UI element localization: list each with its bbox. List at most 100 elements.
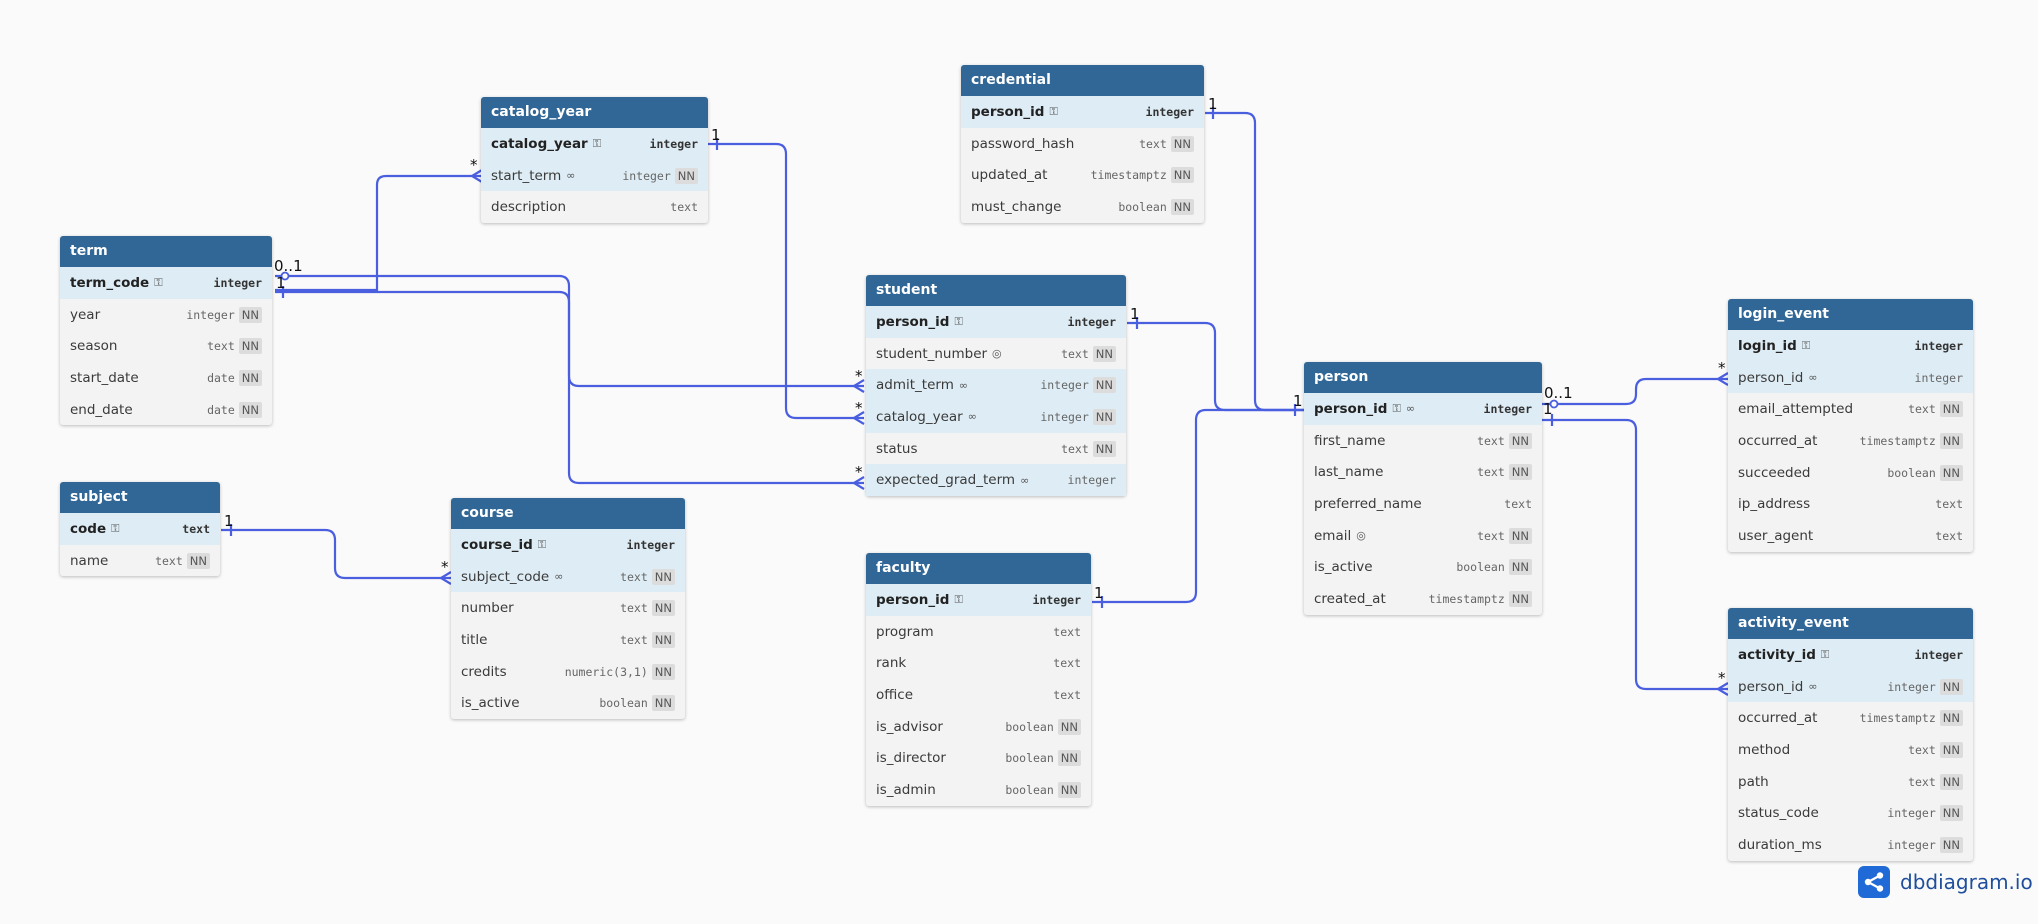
table-student[interactable]: student person_id ⚿ integer student_number ◎ t…: [866, 275, 1126, 497]
table-field-row[interactable]: subject_code ∞ text NN: [451, 560, 685, 593]
table-faculty[interactable]: faculty person_id ⚿ integer program text rank t…: [866, 553, 1091, 806]
table-field-row[interactable]: course_id ⚿ integer: [451, 529, 685, 561]
table-field-row[interactable]: catalog_year ∞ integer NN: [866, 401, 1126, 433]
table-field-row[interactable]: person_id ⚿ integer: [961, 96, 1204, 128]
table-header[interactable]: credential: [961, 65, 1204, 96]
table-field-row[interactable]: status_code integer NN: [1728, 797, 1973, 829]
cardinality-label: *: [1718, 669, 1726, 687]
table-field-row[interactable]: path text NN: [1728, 766, 1973, 798]
table-header[interactable]: person: [1304, 362, 1542, 393]
table-field-row[interactable]: season text NN: [60, 330, 272, 362]
field-name: is_admin: [876, 781, 936, 798]
table-field-row[interactable]: succeeded boolean NN: [1728, 457, 1973, 489]
table-field-row[interactable]: email_attempted text NN: [1728, 393, 1973, 425]
table-subject[interactable]: subject code ⚿ text name text NN: [60, 482, 220, 577]
link-catalog-pk-to-student: [707, 142, 864, 420]
field-name: name: [70, 552, 109, 569]
link-icon: ∞: [1405, 402, 1415, 416]
table-field-row[interactable]: description text: [481, 191, 708, 223]
table-field-row[interactable]: start_term ∞ integer NN: [481, 159, 708, 192]
table-field-row[interactable]: end_date date NN: [60, 394, 272, 426]
table-field-row[interactable]: code ⚿ text: [60, 513, 220, 545]
field-name: status_code: [1738, 805, 1819, 822]
link-subject-course: [221, 528, 451, 580]
table-field-row[interactable]: office text: [866, 679, 1091, 711]
table-field-row[interactable]: student_number ◎ text NN: [866, 338, 1126, 370]
not-null-badge: NN: [238, 369, 262, 386]
table-field-row[interactable]: name text NN: [60, 545, 220, 577]
table-header[interactable]: subject: [60, 482, 220, 513]
table-field-row[interactable]: activity_id ⚿ integer: [1728, 639, 1973, 671]
table-field-row[interactable]: person_id ⚿ integer: [866, 584, 1091, 616]
table-header[interactable]: faculty: [866, 553, 1091, 584]
table-activity-event[interactable]: activity_event activity_id ⚿ integer person_…: [1728, 608, 1973, 861]
table-field-row[interactable]: is_advisor boolean NN: [866, 711, 1091, 743]
brand-logo[interactable]: dbdiagram.io: [1858, 866, 2033, 898]
table-field-row[interactable]: updated_at timestamptz NN: [961, 159, 1204, 191]
field-type: text: [1053, 687, 1081, 702]
table-field-row[interactable]: program text: [866, 616, 1091, 648]
table-field-row[interactable]: ip_address text: [1728, 488, 1973, 520]
table-catalog-year[interactable]: catalog_year catalog_year ⚿ integer start_te…: [481, 97, 708, 224]
table-field-row[interactable]: start_date date NN: [60, 362, 272, 394]
table-field-row[interactable]: number text NN: [451, 592, 685, 624]
table-field-row[interactable]: user_agent text: [1728, 520, 1973, 552]
table-field-row[interactable]: email ◎ text NN: [1304, 520, 1542, 552]
table-field-row[interactable]: preferred_name text: [1304, 488, 1542, 520]
table-header[interactable]: login_event: [1728, 299, 1973, 330]
table-field-row[interactable]: must_change boolean NN: [961, 191, 1204, 223]
table-field-row[interactable]: method text NN: [1728, 734, 1973, 766]
table-field-row[interactable]: occurred_at timestamptz NN: [1728, 702, 1973, 734]
field-type: integer: [1067, 314, 1116, 329]
table-term[interactable]: term term_code ⚿ integer year integer NN season…: [60, 236, 272, 426]
table-header[interactable]: activity_event: [1728, 608, 1973, 639]
field-type: text: [1053, 656, 1081, 671]
table-field-row[interactable]: occurred_at timestamptz NN: [1728, 425, 1973, 457]
field-type: integer: [622, 168, 671, 183]
not-null-badge: NN: [651, 568, 675, 585]
table-field-row[interactable]: last_name text NN: [1304, 456, 1542, 488]
table-field-row[interactable]: title text NN: [451, 624, 685, 656]
table-field-row[interactable]: is_active boolean NN: [1304, 551, 1542, 583]
table-field-row[interactable]: status text NN: [866, 433, 1126, 465]
link-icon: ∞: [1808, 680, 1818, 694]
link-term-expgrad: [275, 290, 864, 485]
table-field-row[interactable]: person_id ⚿ ∞ integer: [1304, 393, 1542, 425]
table-header[interactable]: term: [60, 236, 272, 267]
table-header[interactable]: student: [866, 275, 1126, 306]
table-field-row[interactable]: is_admin boolean NN: [866, 774, 1091, 806]
field-type: text: [620, 632, 648, 647]
table-field-row[interactable]: login_id ⚿ integer: [1728, 330, 1973, 362]
table-field-row[interactable]: person_id ⚿ integer: [866, 306, 1126, 338]
table-field-row[interactable]: catalog_year ⚿ integer: [481, 128, 708, 160]
field-type: integer: [1040, 378, 1089, 393]
table-field-row[interactable]: duration_ms integer NN: [1728, 829, 1973, 861]
key-icon: ⚿: [592, 136, 602, 150]
table-field-row[interactable]: person_id ∞ integer NN: [1728, 670, 1973, 703]
table-field-row[interactable]: expected_grad_term ∞ integer: [866, 464, 1126, 497]
table-field-row[interactable]: person_id ∞ integer: [1728, 361, 1973, 394]
table-field-row[interactable]: admit_term ∞ integer NN: [866, 369, 1126, 402]
diagram-canvas[interactable]: * 1 0..1 1 1 1 * * * 1 * 1 0..1 1 1 * * …: [0, 0, 2038, 924]
table-course[interactable]: course course_id ⚿ integer subject_code ∞ text…: [451, 498, 685, 720]
table-field-row[interactable]: first_name text NN: [1304, 425, 1542, 457]
field-type: text: [1908, 742, 1936, 757]
table-field-row[interactable]: is_active boolean NN: [451, 687, 685, 719]
table-field-row[interactable]: year integer NN: [60, 299, 272, 331]
field-name: status: [876, 440, 918, 457]
table-field-row[interactable]: password_hash text NN: [961, 128, 1204, 160]
field-type: boolean: [1887, 465, 1936, 480]
table-field-row[interactable]: term_code ⚿ integer: [60, 267, 272, 299]
table-person[interactable]: person person_id ⚿ ∞ integer first_name text NN…: [1304, 362, 1542, 615]
table-field-row[interactable]: credits numeric(3,1) NN: [451, 656, 685, 688]
table-header[interactable]: catalog_year: [481, 97, 708, 128]
table-header[interactable]: course: [451, 498, 685, 529]
field-type: text: [1477, 433, 1505, 448]
field-type: text: [1908, 402, 1936, 417]
table-field-row[interactable]: created_at timestamptz NN: [1304, 583, 1542, 615]
link-credential-person: [1205, 111, 1305, 412]
table-credential[interactable]: credential person_id ⚿ integer password_hash…: [961, 65, 1204, 223]
table-field-row[interactable]: rank text: [866, 647, 1091, 679]
table-login-event[interactable]: login_event login_id ⚿ integer person_id ∞ int…: [1728, 299, 1973, 552]
table-field-row[interactable]: is_director boolean NN: [866, 742, 1091, 774]
